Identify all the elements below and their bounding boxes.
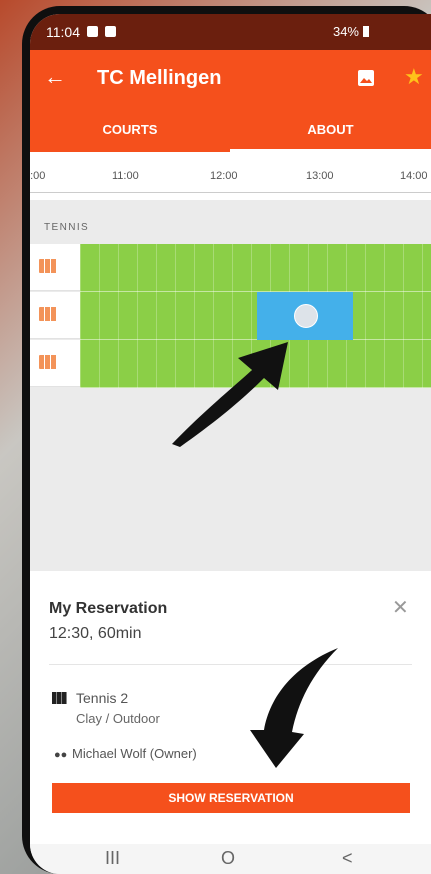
system-nav-bar: III O < [30,844,431,874]
time-label: 0:00 [30,170,46,182]
court-icon [39,355,57,369]
show-reservation-button[interactable]: SHOW RESERVATION [52,783,410,813]
court-surface: Clay / Outdoor [76,711,160,726]
time-label: 13:00 [306,170,334,182]
avatar [294,304,318,328]
status-time: 11:04 [46,24,80,40]
recent-apps-button[interactable]: III [105,848,120,869]
star-icon[interactable]: ★ [404,64,424,90]
court-icon-cell [30,292,80,339]
page-title: TC Mellingen [97,67,222,89]
back-arrow-icon[interactable]: ← [44,64,66,90]
divider [49,664,412,665]
pointer-arrow-icon [172,342,288,447]
timeline-header: 0:00 11:00 12:00 13:00 14:00 [30,152,431,200]
battery-icon [363,26,369,37]
court-icon [52,692,67,704]
time-label: 14:00 [400,170,428,182]
court-name: Tennis 2 [76,690,129,706]
tab-bar: COURTS ABOUT [30,108,431,152]
image-icon[interactable] [357,69,375,87]
sheet-title: My Reservation [49,600,168,617]
status-bar: 11:04 34% [30,14,431,50]
app-bar: ← TC Mellingen ★ [30,50,431,108]
owner-name: Michael Wolf (Owner) [72,746,197,761]
court-icon [39,307,57,321]
time-label: 12:00 [210,170,238,182]
people-icon: ●● [54,749,68,761]
timeline-axis [30,192,431,193]
notification-icon [105,26,116,37]
court-icon-cell [30,244,80,291]
app-screen: 11:04 34% ← TC Mellingen ★ COURTS ABOUT … [30,14,431,874]
tab-courts[interactable]: COURTS [30,108,230,152]
notification-icon [87,26,98,37]
section-label: TENNIS [44,222,90,233]
battery-label: 34% [332,24,359,39]
back-button[interactable]: < [342,848,353,869]
pointer-arrow-icon [250,648,338,768]
court-icon-cell [30,340,80,387]
reservation-sheet: My Reservation 12:30, 60min ✕ Tennis 2 C… [30,571,431,844]
time-label: 11:00 [112,170,139,182]
tab-about[interactable]: ABOUT [230,108,431,152]
home-button[interactable]: O [221,848,235,869]
reservation-time: 12:30, 60min [49,625,142,642]
close-icon[interactable]: ✕ [392,595,409,620]
court-icon [39,259,57,273]
